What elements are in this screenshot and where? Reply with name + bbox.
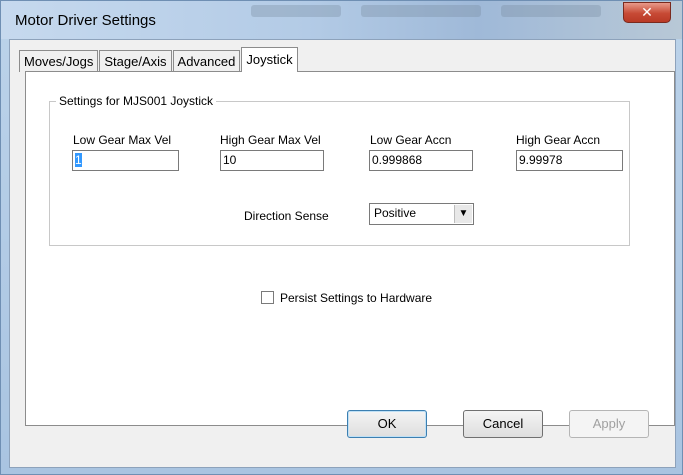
tab-label: Moves/Jogs [24, 54, 94, 69]
chevron-down-icon[interactable]: ▼ [454, 205, 472, 223]
low-gear-max-vel-value: 1 [75, 153, 82, 167]
low-gear-max-vel-input[interactable]: 1 [72, 150, 179, 171]
apply-button[interactable]: Apply [569, 410, 649, 438]
tab-stage-axis[interactable]: Stage/Axis [99, 50, 172, 72]
tab-bar: Moves/Jogs Stage/Axis Advanced Joystick [19, 46, 299, 72]
high-gear-accn-label: High Gear Accn [516, 133, 601, 147]
group-title: Settings for MJS001 Joystick [56, 94, 217, 108]
persist-settings-label[interactable]: Persist Settings to Hardware [280, 291, 432, 305]
direction-sense-value: Positive [374, 206, 417, 220]
low-gear-accn-input[interactable]: 0.999868 [369, 150, 473, 171]
high-gear-max-vel-value: 10 [223, 153, 237, 167]
tab-label: Advanced [177, 54, 236, 69]
tab-label: Joystick [246, 52, 293, 67]
persist-settings-checkbox[interactable] [261, 291, 274, 304]
window-title: Motor Driver Settings [15, 12, 156, 29]
window: Motor Driver Settings ✕ Moves/Jogs Stage… [0, 0, 683, 475]
tab-advanced[interactable]: Advanced [172, 50, 241, 72]
background-blur [361, 5, 481, 17]
low-gear-accn-label: Low Gear Accn [370, 133, 452, 147]
cancel-button[interactable]: Cancel [463, 410, 543, 438]
low-gear-accn-value: 0.999868 [372, 153, 423, 167]
high-gear-accn-input[interactable]: 9.99978 [516, 150, 623, 171]
close-button[interactable]: ✕ [623, 2, 671, 23]
tab-joystick[interactable]: Joystick [241, 47, 298, 72]
tab-moves-jogs[interactable]: Moves/Jogs [19, 50, 99, 72]
ok-button[interactable]: OK [347, 410, 427, 438]
high-gear-max-vel-input[interactable]: 10 [220, 150, 324, 171]
direction-sense-select[interactable]: Positive ▼ [369, 203, 474, 225]
high-gear-max-vel-label: High Gear Max Vel [220, 133, 321, 147]
joystick-settings-group: Settings for MJS001 Joystick [49, 94, 630, 246]
low-gear-max-vel-label: Low Gear Max Vel [73, 133, 172, 147]
title-bar[interactable]: Motor Driver Settings ✕ [1, 1, 682, 39]
direction-sense-label: Direction Sense [244, 209, 329, 223]
close-icon: ✕ [641, 4, 653, 20]
joystick-tab-panel: Settings for MJS001 Joystick Low Gear Ma… [25, 71, 675, 426]
background-blur [501, 5, 601, 17]
tab-label: Stage/Axis [104, 54, 167, 69]
background-blur [251, 5, 341, 17]
high-gear-accn-value: 9.99978 [519, 153, 563, 167]
